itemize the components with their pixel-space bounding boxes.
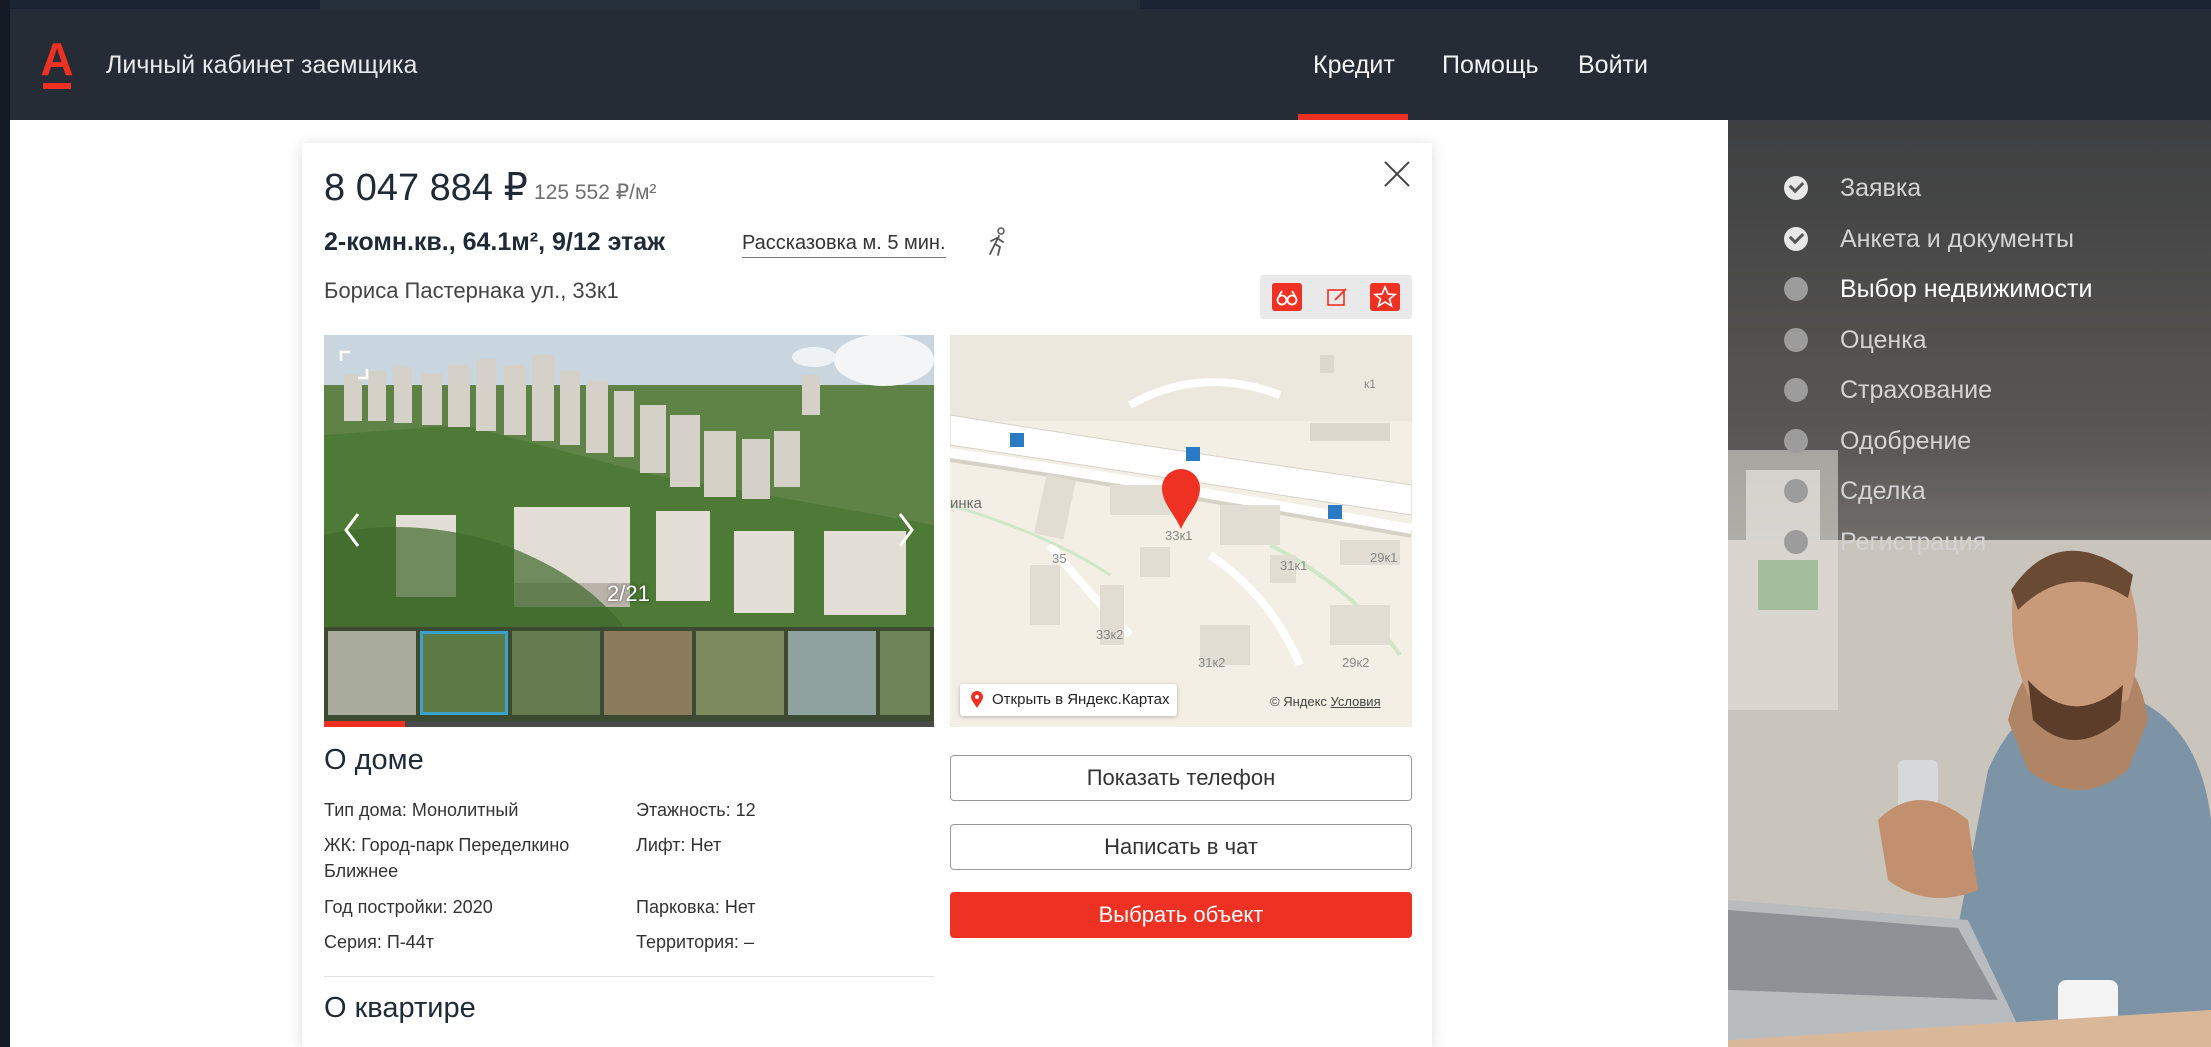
show-phone-button[interactable]: Показать телефон	[950, 755, 1412, 801]
map-label: 29к2	[1342, 655, 1370, 670]
chevron-right-icon[interactable]	[894, 510, 918, 550]
map-label: 33к2	[1096, 627, 1124, 642]
step-label: Сделка	[1840, 477, 1926, 505]
nav-item-credit[interactable]: Кредит	[1298, 9, 1408, 120]
chevron-left-icon[interactable]	[340, 510, 364, 550]
metro-link[interactable]: Рассказовка м. 5 мин.	[742, 232, 946, 258]
progress-panel: Заявка Анкета и документы Выбор недвижим…	[1728, 120, 2211, 1047]
nav-item-label: Помощь	[1442, 51, 1539, 79]
nav-item-help[interactable]: Помощь	[1442, 9, 1552, 120]
app-title: Личный кабинет заемщика	[106, 51, 418, 79]
location-pin-icon	[971, 691, 983, 708]
open-in-yandex-maps[interactable]: Открыть в Яндекс.Картах	[960, 684, 1178, 716]
nav-item-login[interactable]: Войти	[1578, 9, 1668, 120]
window-top-strip-segment	[320, 0, 1140, 9]
section-divider	[324, 976, 934, 977]
map-copyright: © Яндекс	[1270, 694, 1327, 709]
house-section-title: О доме	[324, 744, 424, 776]
listing-actions	[1260, 275, 1412, 319]
map-credit: © Яндекс Условия	[1270, 694, 1381, 709]
map-pin-icon[interactable]	[1160, 467, 1202, 531]
step-dot-icon	[1784, 327, 1808, 352]
thumbnail[interactable]	[420, 631, 508, 715]
compare-icon[interactable]	[1272, 283, 1302, 311]
thumbnail[interactable]	[880, 631, 930, 715]
map-label: 29к1	[1370, 550, 1398, 565]
window-left-edge	[0, 0, 10, 1047]
house-series: Серия: П-44т	[324, 932, 435, 952]
fullscreen-icon[interactable]	[338, 349, 370, 381]
logo-underline	[43, 83, 71, 89]
apartment-section-title: О квартире	[324, 992, 476, 1024]
step-label: Заявка	[1840, 174, 1922, 202]
app-header: А Личный кабинет заемщика Кредит Помощь …	[10, 9, 2211, 120]
house-parking: Парковка: Нет	[636, 897, 756, 917]
note-icon[interactable]	[1322, 283, 1352, 311]
property-card: 8 047 884 ₽ 125 552 ₽/м² 2-комн.кв., 64.…	[302, 143, 1432, 1047]
property-title: 2-комн.кв., 64.1м², 9/12 этаж	[324, 228, 665, 256]
favorite-star-icon[interactable]	[1370, 283, 1400, 311]
property-address: Бориса Пастернака ул., 33к1	[324, 278, 619, 303]
window-top-strip	[0, 0, 2211, 9]
thumbnail[interactable]	[512, 631, 600, 715]
step-dot-icon	[1784, 529, 1808, 554]
house-complex: ЖК: Город-парк Переделкино Ближнее	[324, 835, 570, 881]
house-floors: Этажность: 12	[636, 800, 756, 820]
map-label: к1	[1364, 377, 1376, 391]
step-dot-icon	[1784, 428, 1808, 453]
price-per-m2: 125 552 ₽/м²	[534, 181, 657, 204]
gallery-progress-fill	[324, 721, 406, 727]
promo-photo	[1728, 450, 2211, 1047]
map-terms-link[interactable]: Условия	[1331, 694, 1381, 709]
thumbnail[interactable]	[328, 631, 416, 715]
step-check-icon	[1784, 226, 1808, 251]
house-year: Год постройки: 2020	[324, 897, 493, 917]
step-dot-icon	[1784, 479, 1808, 503]
step-label: Одобрение	[1840, 426, 1972, 455]
map-label: 31к2	[1198, 655, 1226, 670]
step-label: Оценка	[1840, 325, 1927, 354]
thumbnail[interactable]	[604, 631, 692, 715]
thumbnail[interactable]	[696, 631, 784, 715]
property-price: 8 047 884 ₽	[324, 167, 528, 209]
step-dot-icon	[1784, 277, 1808, 301]
step-check-icon	[1784, 176, 1808, 200]
map-street-label: инка	[950, 495, 982, 512]
thumbnail[interactable]	[788, 631, 876, 715]
map-label: 31к1	[1280, 558, 1308, 573]
nav-item-label: Кредит	[1313, 51, 1395, 79]
walking-icon	[989, 227, 1005, 256]
logo-letter: А	[40, 33, 74, 85]
map-label: 35	[1052, 551, 1067, 566]
alfa-logo[interactable]: А	[40, 33, 74, 91]
step-label: Выбор недвижимости	[1840, 275, 2093, 303]
yandex-map[interactable]: к1 инка 35 33к1 31к1 29к1 33к2 31к2 29к2…	[950, 335, 1412, 727]
house-elevator: Лифт: Нет	[636, 835, 722, 855]
open-map-label: Открыть в Яндекс.Картах	[992, 691, 1170, 708]
step-label: Регистрация	[1840, 527, 1987, 556]
nav-item-label: Войти	[1578, 51, 1648, 79]
photo-counter: 2/21	[607, 581, 650, 606]
photo-gallery[interactable]: 2/21	[324, 335, 934, 727]
thumbnail-strip	[324, 627, 934, 721]
step-label: Страхование	[1840, 376, 1993, 404]
chat-button[interactable]: Написать в чат	[950, 824, 1412, 870]
house-type: Тип дома: Монолитный	[324, 800, 519, 820]
select-object-button[interactable]: Выбрать объект	[950, 892, 1412, 938]
step-label: Анкета и документы	[1840, 224, 2074, 253]
house-territory: Территория: –	[636, 932, 754, 952]
step-dot-icon	[1784, 378, 1808, 402]
close-icon[interactable]	[1382, 159, 1412, 189]
gallery-progress	[324, 721, 934, 727]
